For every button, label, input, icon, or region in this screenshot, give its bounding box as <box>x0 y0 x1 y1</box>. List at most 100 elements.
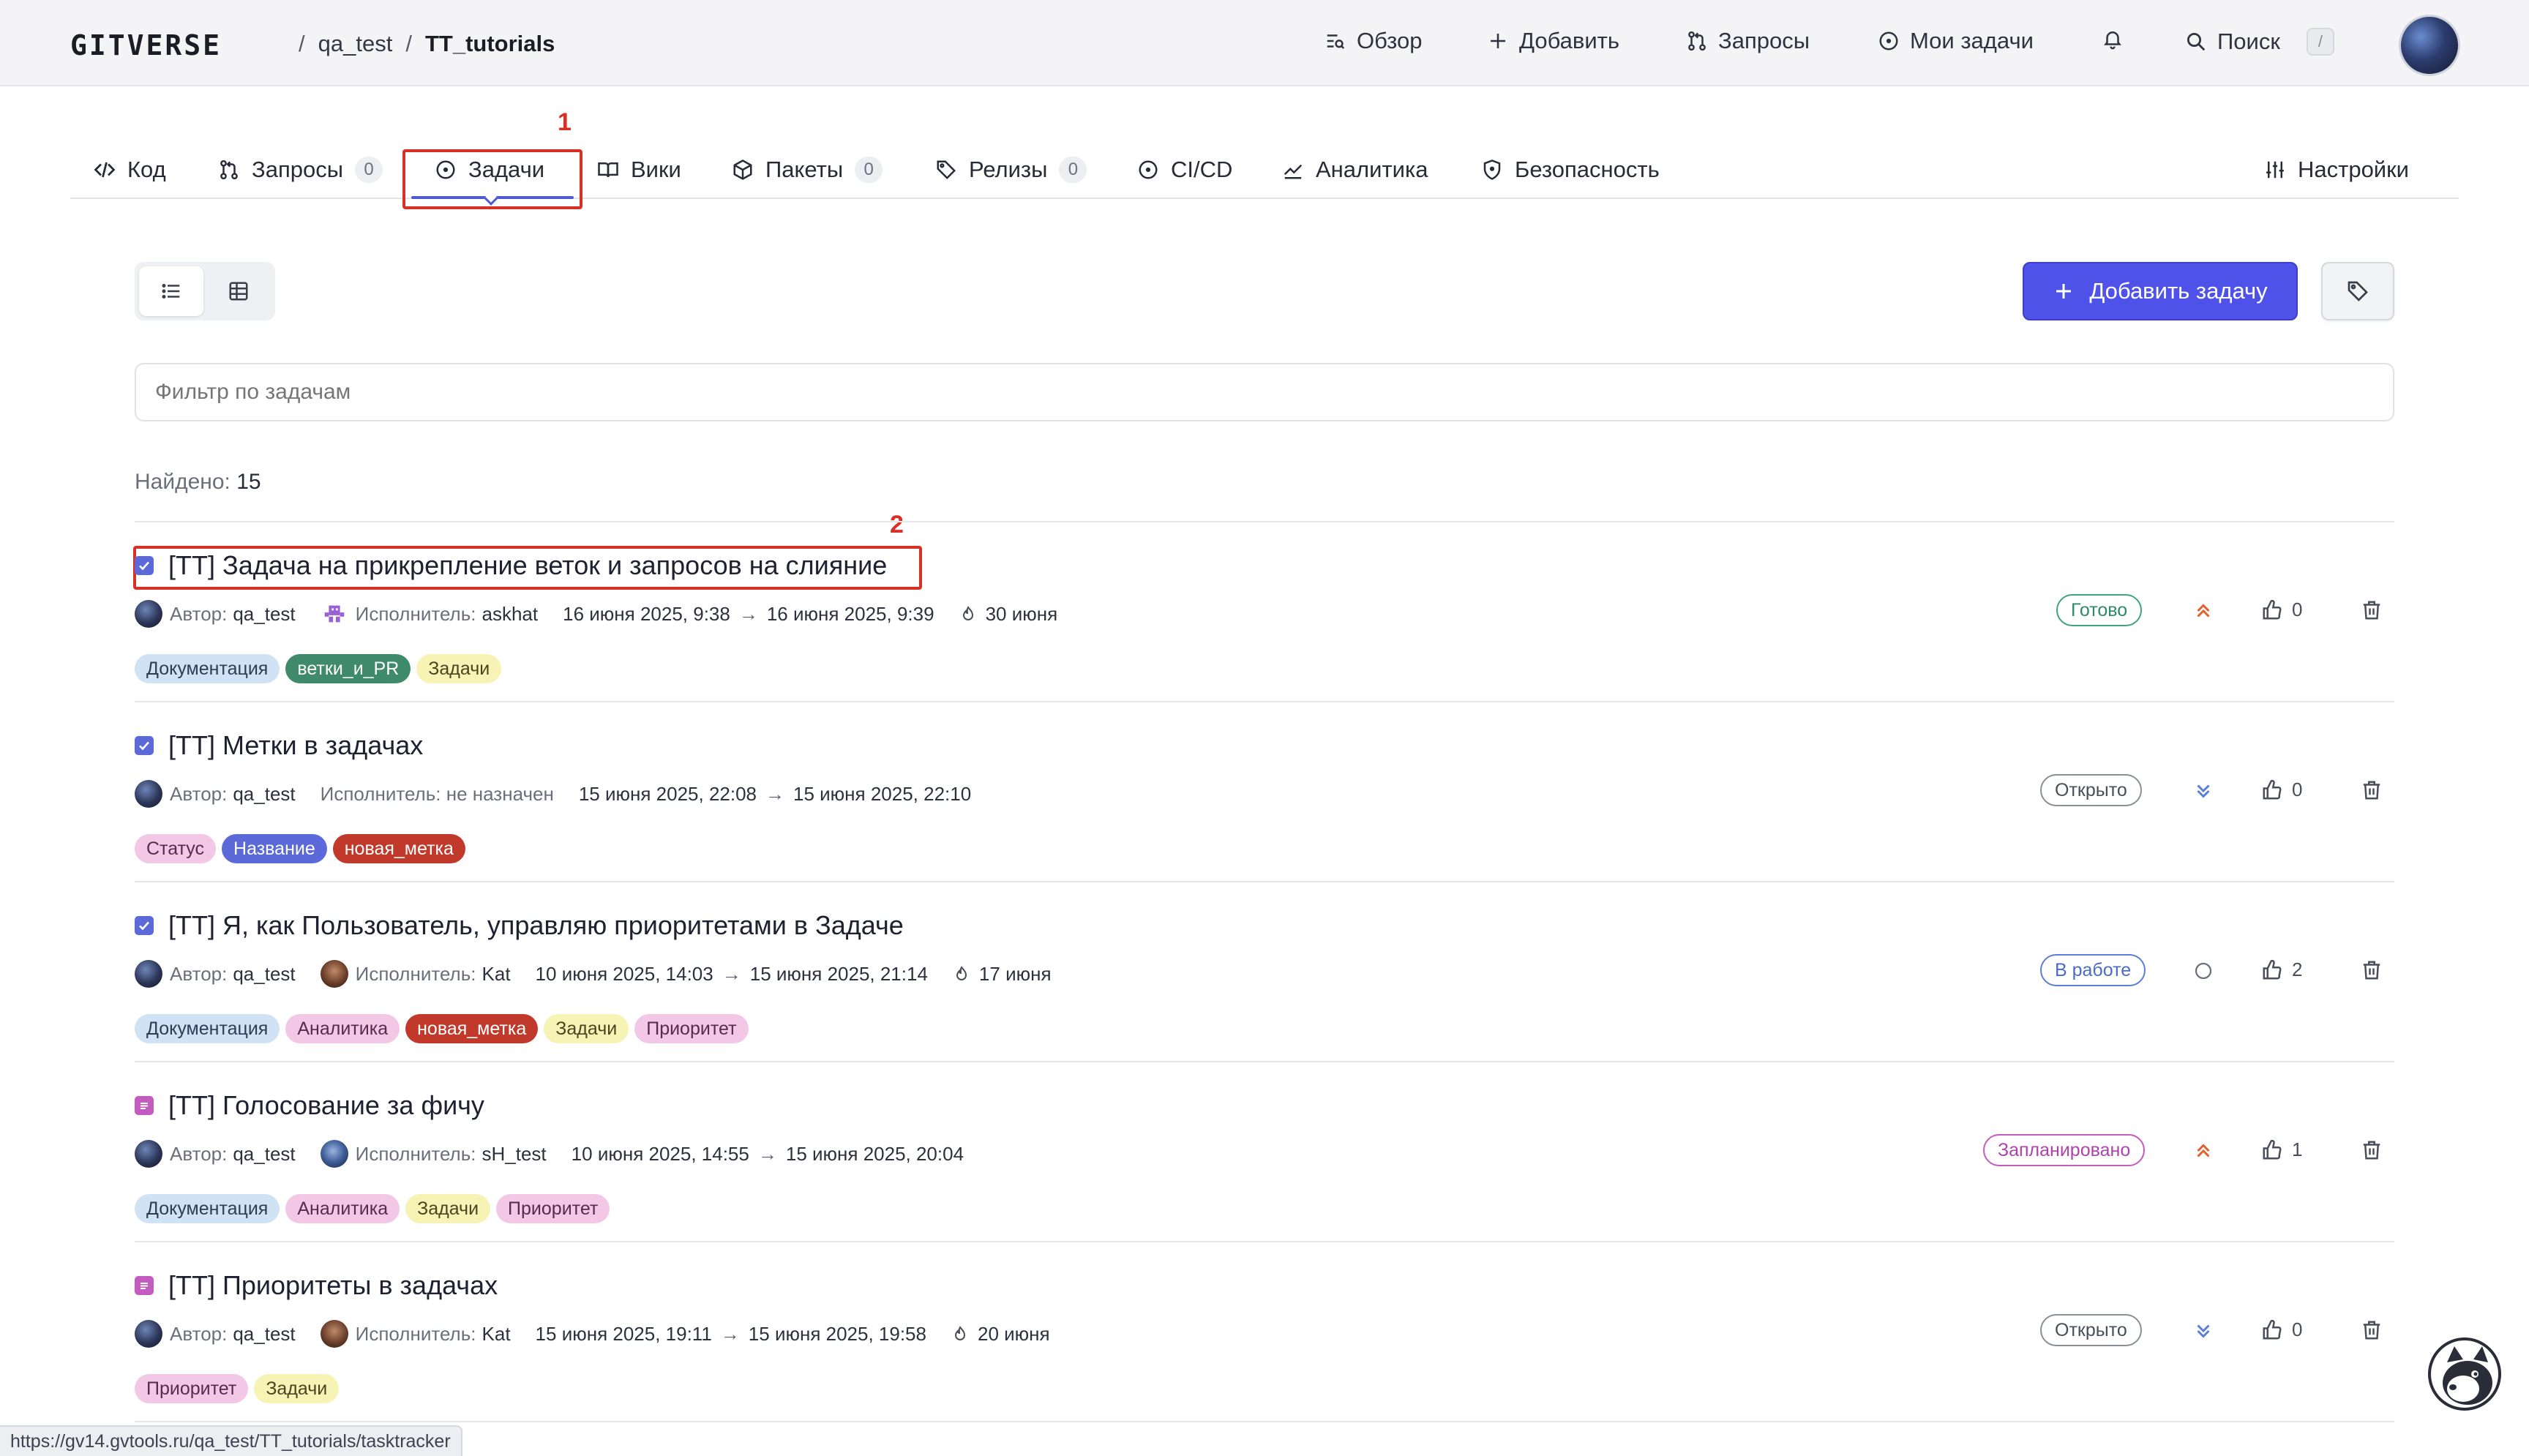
code-icon <box>94 162 116 178</box>
tab-packages[interactable]: Пакеты 0 <box>732 148 883 192</box>
label-priority[interactable]: Приоритет <box>135 1374 249 1403</box>
arrow-right-icon: → <box>765 782 785 805</box>
likes[interactable]: 2 <box>2261 958 2302 981</box>
author-name[interactable]: qa_test <box>233 1323 295 1346</box>
likes-count: 2 <box>2292 958 2303 980</box>
assignee-name[interactable]: sH_test <box>482 1143 547 1166</box>
issue-row[interactable]: [TT] Метки в задачах Автор: qa_test Испо… <box>135 701 2394 881</box>
likes[interactable]: 1 <box>2261 1138 2302 1161</box>
label-analytics[interactable]: Аналитика <box>285 1194 400 1223</box>
author-label: Автор: <box>170 1142 228 1165</box>
issue-row[interactable]: [TT] Задача на прикрепление веток и запр… <box>135 521 2394 701</box>
pull-request-icon <box>1688 31 1706 51</box>
nav-my-tasks-label: Мои задачи <box>1910 28 2034 53</box>
tab-packages-label: Пакеты <box>765 157 844 182</box>
assignee-label: Исполнитель: <box>355 962 476 985</box>
label-new[interactable]: новая_метка <box>405 1014 539 1043</box>
user-avatar[interactable] <box>2399 15 2460 76</box>
task-filter-input[interactable] <box>135 363 2394 421</box>
label-tasks[interactable]: Задачи <box>254 1374 340 1403</box>
status-badge[interactable]: Открыто <box>2040 1314 2142 1346</box>
issue-title[interactable]: [TT] Я, как Пользователь, управляю приор… <box>168 910 904 941</box>
label-name[interactable]: Название <box>222 834 327 863</box>
status-badge[interactable]: Открыто <box>2040 774 2142 806</box>
chart-icon <box>1284 164 1303 179</box>
breadcrumb-separator: / <box>405 31 412 56</box>
likes-count: 0 <box>2292 598 2303 620</box>
label-status[interactable]: Статус <box>135 834 217 863</box>
trash-icon[interactable] <box>2361 778 2383 802</box>
gitverse-logo[interactable]: GITVERSE <box>70 29 222 61</box>
label-tasks[interactable]: Задачи <box>405 1194 491 1223</box>
notifications-button[interactable] <box>2102 28 2124 50</box>
issue-labels: Приоритет Задачи <box>135 1374 340 1403</box>
label-documentation[interactable]: Документация <box>135 1194 280 1223</box>
label-priority[interactable]: Приоритет <box>496 1194 610 1223</box>
tab-releases[interactable]: Релизы 0 <box>935 148 1087 192</box>
nav-requests[interactable]: Запросы <box>1686 28 1810 54</box>
mascot-icon <box>2443 1346 2492 1405</box>
tab-wiki[interactable]: Вики <box>597 148 681 192</box>
list-view-button[interactable] <box>139 266 203 316</box>
author-name[interactable]: qa_test <box>233 783 295 806</box>
tab-analytics[interactable]: Аналитика <box>1282 148 1428 192</box>
label-tasks[interactable]: Задачи <box>416 654 502 683</box>
author-name[interactable]: qa_test <box>233 1143 295 1166</box>
found-value: 15 <box>236 470 261 494</box>
issue-row[interactable]: [TT] Голосование за фичу Автор: qa_test … <box>135 1061 2394 1241</box>
likes[interactable]: 0 <box>2261 598 2302 621</box>
nav-add[interactable]: Добавить <box>1487 28 1619 54</box>
mascot-help-button[interactable] <box>2428 1337 2501 1411</box>
nav-requests-label: Запросы <box>1718 28 1810 53</box>
issue-title[interactable]: [TT] Голосование за фичу <box>168 1090 484 1121</box>
label-analytics[interactable]: Аналитика <box>285 1014 400 1043</box>
trash-icon[interactable] <box>2361 598 2383 622</box>
created-date: 15 июня 2025, 22:08 <box>578 782 757 805</box>
tab-security[interactable]: Безопасность <box>1481 148 1660 192</box>
issue-title[interactable]: [TT] Задача на прикрепление веток и запр… <box>168 550 887 581</box>
breadcrumb-owner[interactable]: qa_test <box>318 31 393 57</box>
priority-none-icon <box>2195 962 2212 980</box>
likes[interactable]: 0 <box>2261 1318 2302 1341</box>
tab-settings[interactable]: Настройки <box>2264 148 2409 192</box>
assignee-name[interactable]: Kat <box>482 963 511 986</box>
author-name[interactable]: qa_test <box>233 603 295 626</box>
tab-packages-count: 0 <box>855 157 883 183</box>
likes-count: 0 <box>2292 778 2303 800</box>
trash-icon[interactable] <box>2361 1138 2383 1162</box>
status-badge[interactable]: В работе <box>2040 954 2146 986</box>
label-new[interactable]: новая_метка <box>332 834 465 863</box>
label-tasks[interactable]: Задачи <box>544 1014 629 1043</box>
label-branches[interactable]: ветки_и_PR <box>285 654 411 683</box>
issue-row[interactable]: [TT] Приоритеты в задачах Автор: qa_test… <box>135 1241 2394 1421</box>
author-label: Автор: <box>170 602 228 625</box>
view-toggle <box>135 262 275 320</box>
labels-button[interactable] <box>2321 262 2394 320</box>
assignee-name[interactable]: askhat <box>482 603 539 626</box>
trash-icon[interactable] <box>2361 1318 2383 1342</box>
tab-cicd[interactable]: CI/CD <box>1137 148 1232 192</box>
label-priority[interactable]: Приоритет <box>634 1014 749 1043</box>
status-badge[interactable]: Запланировано <box>1983 1134 2146 1166</box>
breadcrumb-repo[interactable]: TT_tutorials <box>425 31 555 57</box>
tab-code[interactable]: Код <box>94 148 166 192</box>
author-name[interactable]: qa_test <box>233 963 295 986</box>
issue-row[interactable]: [TT] Я, как Пользователь, управляю приор… <box>135 881 2394 1061</box>
updated-date: 15 июня 2025, 20:04 <box>785 1142 964 1165</box>
nav-search[interactable]: Поиск / <box>2185 28 2334 56</box>
assignee-name[interactable]: Kat <box>482 1323 511 1346</box>
trash-icon[interactable] <box>2361 958 2383 982</box>
issue-title[interactable]: [TT] Приоритеты в задачах <box>168 1270 498 1301</box>
nav-overview[interactable]: Обзор <box>1325 28 1423 54</box>
issue-title[interactable]: [TT] Метки в задачах <box>168 730 423 761</box>
nav-my-tasks[interactable]: Мои задачи <box>1878 28 2034 54</box>
label-documentation[interactable]: Документация <box>135 654 280 683</box>
likes[interactable]: 0 <box>2261 778 2302 801</box>
arrow-right-icon: → <box>738 602 758 625</box>
label-documentation[interactable]: Документация <box>135 1014 280 1043</box>
add-task-button[interactable]: Добавить задачу <box>2023 262 2298 320</box>
board-view-button[interactable] <box>206 266 271 316</box>
tab-requests[interactable]: Запросы 0 <box>218 148 383 192</box>
status-badge[interactable]: Готово <box>2056 594 2143 626</box>
highlight-box-tasks-tab <box>402 149 582 209</box>
